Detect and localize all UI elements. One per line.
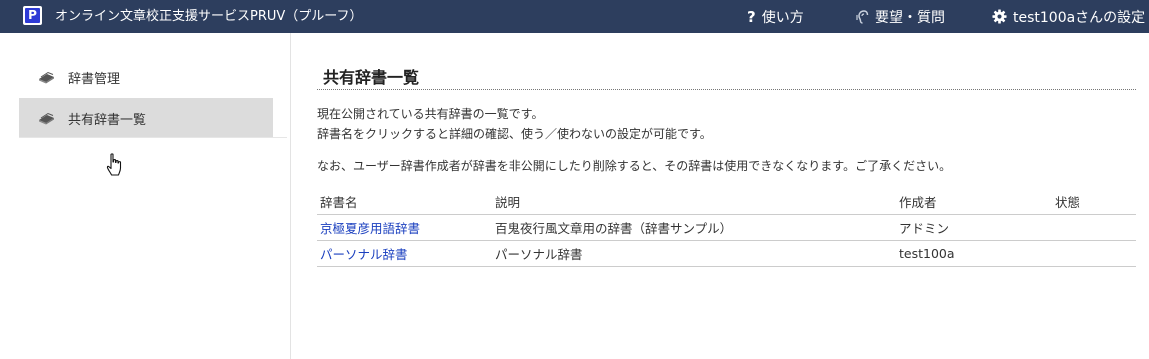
column-header-name: 辞書名 (317, 189, 492, 215)
dictionary-status-cell (1052, 240, 1136, 267)
book-icon (38, 71, 58, 84)
help-label: 使い方 (761, 9, 804, 26)
sidebar: 辞書管理 共有辞書一覧 (0, 33, 291, 359)
dictionary-description-cell: 百鬼夜行風文章用の辞書（辞書サンプル） (492, 214, 896, 241)
table-header-row: 辞書名 説明 作成者 状態 (317, 189, 1136, 215)
dictionary-name-cell: パーソナル辞書 (317, 240, 492, 267)
page-title: 共有辞書一覧 (323, 68, 420, 87)
dictionary-link[interactable]: 京極夏彦用語辞書 (320, 221, 420, 236)
column-header-author: 作成者 (896, 189, 1052, 215)
dictionary-description-cell: パーソナル辞書 (492, 240, 896, 267)
description-line-1: 現在公開されている共有辞書の一覧です。 (317, 107, 544, 121)
top-bar: P オンライン文章校正支援サービスPRUV（プルーフ） ? 使い方 要望・質問 (0, 0, 1149, 33)
title-divider (317, 89, 1136, 90)
description-line-2: 辞書名をクリックすると詳細の確認、使う／使わないの設定が可能です。 (317, 127, 712, 141)
dictionary-author-cell: アドミン (896, 214, 1052, 241)
sidebar-item-label: 共有辞書一覧 (68, 112, 147, 128)
hand-ear-icon (856, 9, 869, 24)
gear-icon (992, 9, 1007, 24)
hand-pointer-cursor-icon (106, 153, 124, 181)
settings-link[interactable]: test100aさんの設定 (992, 7, 1145, 26)
column-header-status: 状態 (1052, 189, 1136, 215)
shared-dictionary-table: 辞書名 説明 作成者 状態 京極夏彦用語辞書 百鬼夜行風文章用の辞書（辞書サンプ… (317, 189, 1136, 267)
app-logo[interactable]: P (23, 6, 42, 25)
request-label: 要望・質問 (875, 9, 945, 26)
help-link[interactable]: ? 使い方 (747, 7, 804, 26)
table-row: 京極夏彦用語辞書 百鬼夜行風文章用の辞書（辞書サンプル） アドミン (317, 214, 1136, 241)
app-title: オンライン文章校正支援サービスPRUV（プルーフ） (55, 9, 363, 24)
question-icon: ? (747, 7, 756, 26)
dictionary-author-cell: test100a (896, 240, 1052, 267)
dictionary-link[interactable]: パーソナル辞書 (320, 247, 408, 262)
dictionary-status-cell (1052, 214, 1136, 241)
sidebar-item-dictionary-management[interactable]: 辞書管理 (19, 57, 273, 97)
sidebar-item-shared-dictionaries[interactable]: 共有辞書一覧 (19, 98, 273, 138)
logo-letter: P (25, 8, 40, 23)
sidebar-divider (19, 137, 287, 138)
dictionary-name-cell: 京極夏彦用語辞書 (317, 214, 492, 241)
notice-text: なお、ユーザー辞書作成者が辞書を非公開にしたり削除すると、その辞書は使用できなく… (317, 159, 952, 173)
settings-label: test100aさんの設定 (1013, 9, 1146, 26)
request-link[interactable]: 要望・質問 (856, 7, 945, 26)
column-header-description: 説明 (492, 189, 896, 215)
book-icon (38, 112, 58, 125)
sidebar-item-label: 辞書管理 (68, 71, 121, 87)
table-row: パーソナル辞書 パーソナル辞書 test100a (317, 240, 1136, 267)
